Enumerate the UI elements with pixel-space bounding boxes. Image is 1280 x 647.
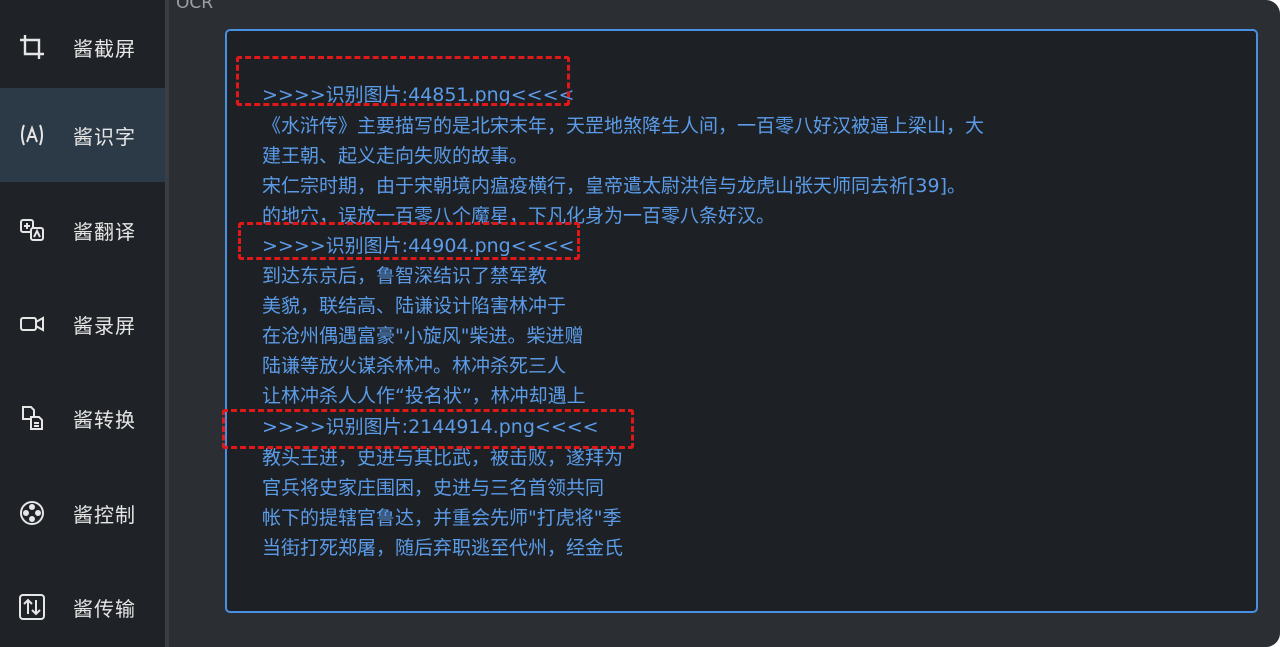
ocr-line: 在沧州偶遇富豪"小旋风"柴进。柴进赠 (262, 325, 584, 347)
highlight-box (222, 409, 634, 449)
ocr-line: 建王朝、起义走向失败的故事。 (262, 145, 529, 167)
sidebar-item-translate[interactable]: 酱翻译 (0, 183, 165, 277)
ocr-line: 官兵将史家庄围困，史进与三名首领共同 (262, 477, 605, 499)
sidebar-item-label: 酱识字 (73, 124, 136, 149)
transfer-icon (18, 593, 46, 621)
sidebar-item-control[interactable]: 酱控制 (0, 466, 165, 560)
text-recognition-icon (18, 121, 46, 149)
sidebar-item-label: 酱录屏 (73, 313, 136, 338)
ocr-line: 美貌，联结高、陆谦设计陷害林冲于 (262, 295, 567, 317)
highlight-box (236, 56, 570, 106)
ocr-line: 到达东京后，鲁智深结识了禁军教 (262, 265, 548, 287)
section-title: OCR (176, 0, 214, 13)
sidebar-item-label: 酱截屏 (73, 36, 136, 61)
sidebar-item-label: 酱翻译 (73, 219, 136, 244)
app-window: 酱截屏 酱识字 酱翻译 酱录屏 酱转换 酱控制 酱传输 OCR >>>>识别图片… (0, 0, 1280, 647)
ocr-line: 宋仁宗时期，由于宋朝境内瘟疫横行，皇帝遣太尉洪信与龙虎山张天师同去祈[39]。 (262, 175, 967, 197)
sidebar: 酱截屏 酱识字 酱翻译 酱录屏 酱转换 酱控制 酱传输 (0, 0, 165, 647)
crop-icon (18, 33, 46, 61)
ocr-line: 当街打死郑屠，随后弃职逃至代州，经金氏 (262, 537, 624, 559)
sidebar-item-label: 酱传输 (73, 596, 136, 621)
sidebar-item-record[interactable]: 酱录屏 (0, 277, 165, 371)
ocr-line: 帐下的提辖官鲁达，并重会先师"打虎将"季 (262, 507, 622, 529)
sidebar-item-label: 酱控制 (73, 502, 136, 527)
file-convert-icon (18, 404, 46, 432)
video-camera-icon (18, 310, 46, 338)
ocr-line: 《水浒传》主要描写的是北宋末年，天罡地煞降生人间，一百零八好汉被逼上梁山，大 (262, 115, 985, 137)
control-pad-icon (18, 499, 46, 527)
ocr-line: 让林冲杀人人作“投名状”，林冲却遇上 (262, 385, 586, 407)
highlight-box (238, 222, 580, 260)
sidebar-item-transfer[interactable]: 酱传输 (0, 560, 165, 647)
sidebar-item-convert[interactable]: 酱转换 (0, 371, 165, 465)
sidebar-item-ocr[interactable]: 酱识字 (0, 88, 165, 182)
sidebar-item-screenshot[interactable]: 酱截屏 (0, 0, 165, 94)
translate-icon (18, 216, 46, 244)
sidebar-divider (165, 0, 169, 647)
ocr-line: 陆谦等放火谋杀林冲。林冲杀死三人 (262, 355, 567, 377)
sidebar-item-label: 酱转换 (73, 407, 136, 432)
